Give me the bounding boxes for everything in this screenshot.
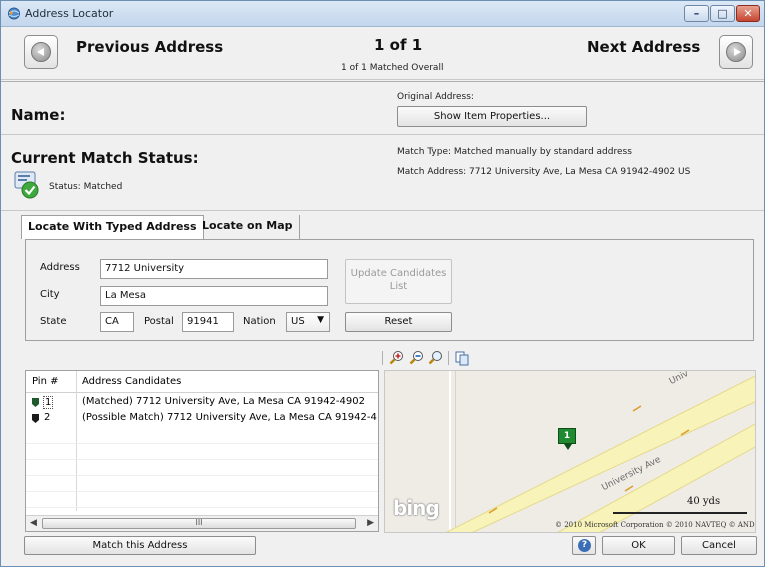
matched-overall-text: 1 of 1 Matched Overall xyxy=(341,63,444,73)
update-candidates-list-button[interactable]: Update Candidates List xyxy=(345,259,452,304)
map-pin-pointer xyxy=(564,444,572,450)
map-toolbar xyxy=(382,348,756,368)
state-input[interactable]: CA xyxy=(100,312,134,332)
minimize-button[interactable]: – xyxy=(684,5,709,22)
address-candidates-list: Pin # Address Candidates 1 (Matched) 771… xyxy=(25,370,379,532)
name-section: Name: Original Address: Show Item Proper… xyxy=(1,81,764,135)
candidates-header: Pin # Address Candidates xyxy=(26,371,378,393)
address-input[interactable]: 7712 University xyxy=(100,259,328,279)
cancel-button[interactable]: Cancel xyxy=(681,536,757,555)
map-scale-bar xyxy=(613,512,747,514)
minimize-icon: – xyxy=(693,7,700,20)
next-address-button[interactable] xyxy=(719,35,753,69)
map-copyright: © 2010 Microsoft Corporation © 2010 NAVT… xyxy=(555,521,755,529)
tab-locate-on-map[interactable]: Locate on Map xyxy=(196,215,300,239)
candidate-row-1[interactable]: 1 (Matched) 7712 University Ave, La Mesa… xyxy=(26,395,378,410)
nation-select[interactable]: US ▼ xyxy=(286,312,330,332)
tab-locate-with-typed-address[interactable]: Locate With Typed Address xyxy=(21,215,204,239)
locate-tabs: Locate With Typed Address Locate on Map xyxy=(21,215,766,239)
address-locator-window: Address Locator – □ ✕ Previous Address 1… xyxy=(0,0,765,567)
scroll-left-icon[interactable]: ◀ xyxy=(30,518,37,528)
match-this-address-button[interactable]: Match this Address xyxy=(24,536,256,555)
zoom-out-icon[interactable] xyxy=(409,350,425,366)
scroll-grip: III xyxy=(195,518,203,527)
nation-label: Nation xyxy=(243,316,276,327)
maximize-icon: □ xyxy=(717,7,728,20)
title-bar[interactable]: Address Locator – □ ✕ xyxy=(1,1,764,27)
arrow-right-icon xyxy=(726,42,746,62)
match-address-text: Match Address: 7712 University Ave, La M… xyxy=(397,167,691,177)
window-title: Address Locator xyxy=(25,7,114,20)
match-type-text: Match Type: Matched manually by standard… xyxy=(397,147,632,157)
ok-button[interactable]: OK xyxy=(602,536,675,555)
show-item-properties-button[interactable]: Show Item Properties... xyxy=(397,106,587,127)
candidate-address: (Possible Match) 7712 University Ave, La… xyxy=(82,412,377,423)
scroll-thumb[interactable]: III xyxy=(42,518,356,529)
matched-status-icon xyxy=(14,171,39,199)
black-pin-icon xyxy=(32,414,39,423)
copy-icon[interactable] xyxy=(454,350,470,366)
help-button[interactable]: ? xyxy=(572,536,596,555)
green-pin-icon xyxy=(32,398,39,407)
status-text: Status: Matched xyxy=(49,182,123,192)
scroll-right-icon[interactable]: ▶ xyxy=(367,518,374,528)
arrow-left-icon xyxy=(31,42,51,62)
address-counter: 1 of 1 xyxy=(374,36,423,54)
address-candidates-column-header[interactable]: Address Candidates xyxy=(82,376,181,387)
nation-value: US xyxy=(291,316,305,327)
current-match-status-label: Current Match Status: xyxy=(11,149,199,167)
previous-address-button[interactable] xyxy=(24,35,58,69)
candidate-pin-number: 1 xyxy=(43,396,54,409)
map-scale-label: 40 yds xyxy=(687,496,721,507)
current-match-status-section: Current Match Status: Status: Matched Ma… xyxy=(1,136,764,211)
bing-logo: bing xyxy=(393,496,440,520)
help-icon: ? xyxy=(578,539,591,552)
next-address-label: Next Address xyxy=(587,38,701,56)
state-label: State xyxy=(40,316,67,327)
name-label: Name: xyxy=(11,106,66,124)
zoom-in-icon[interactable] xyxy=(389,350,405,366)
city-label: City xyxy=(40,289,60,300)
maximize-button[interactable]: □ xyxy=(710,5,735,22)
globe-app-icon xyxy=(8,7,20,20)
column-divider xyxy=(76,371,77,511)
candidate-row-2[interactable]: 2 (Possible Match) 7712 University Ave, … xyxy=(26,411,378,426)
map-pin-1[interactable]: 1 xyxy=(558,428,576,444)
pin-column-header[interactable]: Pin # xyxy=(32,376,58,387)
city-input[interactable]: La Mesa xyxy=(100,286,328,306)
address-navigation-bar: Previous Address 1 of 1 1 of 1 Matched O… xyxy=(1,28,764,80)
postal-label: Postal xyxy=(144,316,174,327)
candidate-pin-number: 2 xyxy=(44,412,51,423)
close-button[interactable]: ✕ xyxy=(736,5,760,22)
address-label: Address xyxy=(40,262,80,273)
previous-address-label: Previous Address xyxy=(76,38,224,56)
map-view[interactable]: Univ University Ave 1 bing 40 yds © 2010… xyxy=(384,370,756,533)
original-address-label: Original Address: xyxy=(397,92,474,102)
postal-input[interactable]: 91941 xyxy=(182,312,234,332)
typed-address-form: Address 7712 University City La Mesa Sta… xyxy=(25,239,754,341)
candidate-address: (Matched) 7712 University Ave, La Mesa C… xyxy=(82,396,365,407)
map-roads xyxy=(385,371,755,532)
zoom-extent-icon[interactable] xyxy=(428,350,444,366)
horizontal-scrollbar[interactable]: ◀ III ▶ xyxy=(26,515,378,531)
reset-button[interactable]: Reset xyxy=(345,312,452,332)
chevron-down-icon: ▼ xyxy=(317,315,324,325)
close-icon: ✕ xyxy=(743,7,753,20)
